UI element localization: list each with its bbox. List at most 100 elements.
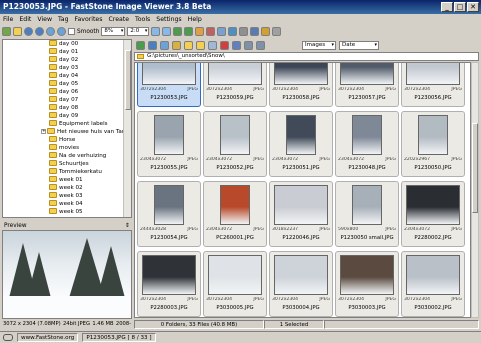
thumbnail-view-icon[interactable] xyxy=(232,40,241,50)
scrollbar-thumb[interactable] xyxy=(472,123,478,213)
thumbnail-item[interactable]: 2304x3072 JPEG P2280002.JPG xyxy=(401,181,465,247)
ratio-select[interactable]: 2:0 ▾ xyxy=(127,27,150,36)
thumbnail-item[interactable]: 2444x3028 JPEG P1230054.JPG xyxy=(137,181,201,247)
fullscreen-icon[interactable] xyxy=(239,27,249,36)
menu-favorites[interactable]: Favorites xyxy=(75,16,103,23)
zoom-in-icon[interactable] xyxy=(46,27,55,36)
thumbnail-item[interactable]: 2202x2967 JPEG P1230050.JPG xyxy=(401,111,465,177)
folder-icon[interactable] xyxy=(13,27,22,36)
path-field[interactable]: G:\pictures\_unsorted\Snow\ xyxy=(134,52,479,61)
maximize-button[interactable]: □ xyxy=(454,2,466,12)
tree-item[interactable]: Tommiekerkatu xyxy=(49,168,102,176)
tree-item[interactable]: Schuurtjes xyxy=(49,160,89,168)
thumbnail-item[interactable]: 590x800 JPEG P1230050 small.JPG xyxy=(335,181,399,247)
settings-icon[interactable] xyxy=(272,27,282,36)
thumbnail-item[interactable]: 3072x2304 JPEG P3030005.JPG xyxy=(203,251,267,317)
fit-icon[interactable] xyxy=(162,27,172,36)
thumbnail-item[interactable]: 3072x2304 JPEG P1230053.JPG xyxy=(137,63,201,107)
list-view-icon[interactable] xyxy=(244,40,253,50)
folder-new-icon[interactable] xyxy=(196,40,205,50)
tree-item[interactable]: Horse xyxy=(49,136,75,144)
thumbnail-dimensions: 3072x2304 xyxy=(140,87,167,92)
move-icon[interactable] xyxy=(148,40,157,50)
folder-tree[interactable]: day 00 day 01 day 02 day 03 day 04 day 05 day … xyxy=(2,39,132,218)
thumbnail-item[interactable]: 3018x2237 JPEG P1220046.JPG xyxy=(269,181,333,247)
thumbnail-item[interactable]: 3072x2304 JPEG P1230056.JPG xyxy=(401,63,465,107)
back-icon[interactable] xyxy=(24,27,33,36)
email-icon[interactable] xyxy=(261,27,271,36)
tree-item[interactable]: Na de verhuizing xyxy=(49,152,106,160)
tree-item[interactable]: day 00 xyxy=(49,40,78,48)
tree-item[interactable]: movies xyxy=(49,144,79,152)
tree-item[interactable]: day 01 xyxy=(49,48,78,56)
actual-size-icon[interactable] xyxy=(151,27,161,36)
menu-settings[interactable]: Settings xyxy=(156,16,181,23)
menu-help[interactable]: Help xyxy=(188,16,202,23)
tree-item[interactable]: day 06 xyxy=(49,88,78,96)
rotate-left-icon[interactable] xyxy=(173,27,183,36)
thumbnail-grid[interactable]: 3072x2304 JPEG P1230053.JPG 3072x2304 JPEG P1… xyxy=(134,62,471,318)
forward-icon[interactable] xyxy=(35,27,44,36)
thumbnail-item[interactable]: 3072x2304 JPEG P1230057.JPG xyxy=(335,63,399,107)
tree-item[interactable]: day 05 xyxy=(49,80,78,88)
print-icon[interactable] xyxy=(250,27,260,36)
scrollbar-thumb[interactable] xyxy=(125,50,131,110)
expand-icon[interactable]: + xyxy=(41,129,46,134)
minimize-button[interactable]: _ xyxy=(441,2,453,12)
thumbnail-item[interactable]: 2304x3072 JPEG P1230055.JPG xyxy=(137,111,201,177)
thumbnail-item[interactable]: 3072x2304 JPEG P1230058.JPG xyxy=(269,63,333,107)
tree-scrollbar[interactable] xyxy=(123,40,131,217)
thumbnail-item[interactable]: 3072x2304 JPEG P3030004.JPG xyxy=(269,251,333,317)
select-all-icon[interactable] xyxy=(184,40,193,50)
sort-select[interactable]: Date ▾ xyxy=(339,40,379,50)
tree-item[interactable]: day 08 xyxy=(49,104,78,112)
smooth-checkbox[interactable] xyxy=(68,28,75,35)
zoom-select[interactable]: 8% ▾ xyxy=(101,27,126,36)
thumbnail-item[interactable]: 3072x2304 JPEG P3030002.JPG xyxy=(401,251,465,317)
filter-select[interactable]: Images ▾ xyxy=(302,40,336,50)
color-icon[interactable] xyxy=(217,27,227,36)
tree-item[interactable]: week 02 xyxy=(49,184,83,192)
rename-icon[interactable] xyxy=(208,40,217,50)
vertical-scrollbar[interactable] xyxy=(471,62,479,318)
tree-item[interactable]: + Het nieuwe huis van Tarja & xyxy=(41,128,131,136)
details-view-icon[interactable] xyxy=(256,40,265,50)
tree-item[interactable]: day 09 xyxy=(49,112,78,120)
tree-item[interactable]: day 02 xyxy=(49,56,78,64)
copy-icon[interactable] xyxy=(136,40,145,50)
tree-item[interactable]: day 03 xyxy=(49,64,78,72)
menu-create[interactable]: Create xyxy=(108,16,129,23)
tree-item[interactable]: day 04 xyxy=(49,72,78,80)
toggle-preview-icon[interactable]: ⇕ xyxy=(125,222,130,230)
delete-icon[interactable] xyxy=(220,40,229,50)
refresh-icon[interactable] xyxy=(160,40,169,50)
thumbnail-item[interactable]: 3072x2304 JPEG P3030003.JPG xyxy=(335,251,399,317)
tree-item[interactable]: week 05 xyxy=(49,208,83,216)
thumbnail-item[interactable]: 2304x3072 JPEG P1230052.JPG xyxy=(203,111,267,177)
tree-item[interactable]: Equipment labels xyxy=(49,120,108,128)
rotate-right-icon[interactable] xyxy=(184,27,194,36)
thumbnail-item[interactable]: 2304x3072 JPEG P1230051.JPG xyxy=(269,111,333,177)
close-button[interactable]: ✕ xyxy=(467,2,479,12)
website-link[interactable]: www.FastStone.org xyxy=(17,333,79,342)
thumbnail-item[interactable]: 2304x3072 JPEG PC260001.JPG xyxy=(203,181,267,247)
slideshow-icon[interactable] xyxy=(228,27,238,36)
tree-item[interactable]: day 07 xyxy=(49,96,78,104)
thumbnail-item[interactable]: 3072x2304 JPEG P1230059.JPG xyxy=(203,63,267,107)
resize-icon[interactable] xyxy=(206,27,216,36)
thumbnail-item[interactable]: 3072x2304 JPEG P2280003.JPG xyxy=(137,251,201,317)
menu-view[interactable]: View xyxy=(37,16,52,23)
menu-tools[interactable]: Tools xyxy=(135,16,150,23)
thumbnail-filename: P1220046.JPG xyxy=(282,235,320,241)
tree-item[interactable]: week 01 xyxy=(49,176,83,184)
tree-item[interactable]: week 04 xyxy=(49,200,83,208)
thumbnail-item[interactable]: 2304x3072 JPEG P1230048.JPG xyxy=(335,111,399,177)
menu-file[interactable]: File xyxy=(3,16,13,23)
crop-icon[interactable] xyxy=(195,27,205,36)
menu-edit[interactable]: Edit xyxy=(19,16,31,23)
tag-icon[interactable] xyxy=(172,40,181,50)
tree-item[interactable]: week 03 xyxy=(49,192,83,200)
folder-up-icon[interactable] xyxy=(2,27,11,36)
menu-tag[interactable]: Tag xyxy=(58,16,68,23)
zoom-out-icon[interactable] xyxy=(57,27,66,36)
